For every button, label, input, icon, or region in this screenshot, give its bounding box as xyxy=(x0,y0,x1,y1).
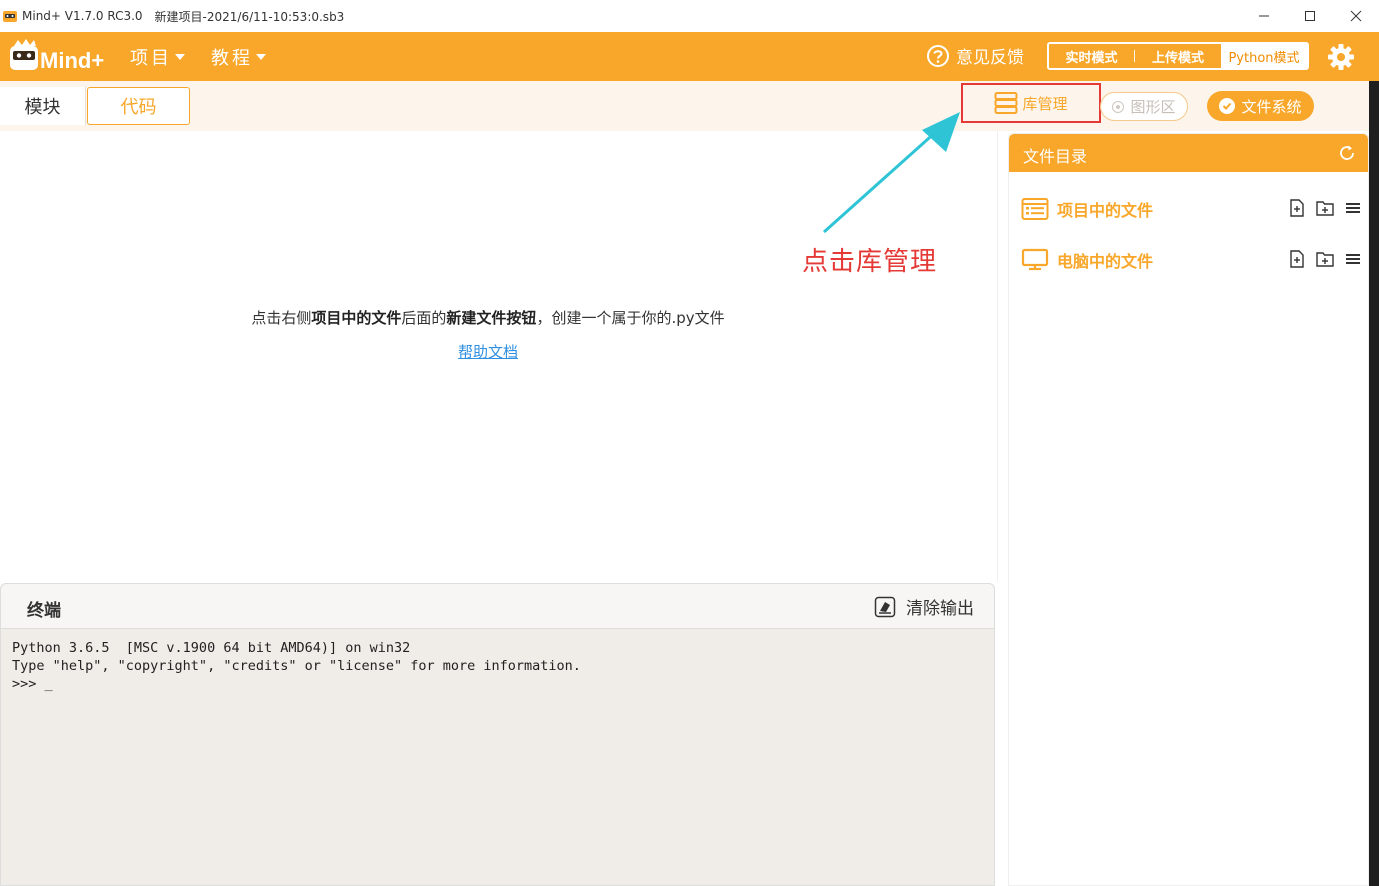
hint-text-3: ，创建一个属于你的.py文件 xyxy=(536,309,725,327)
terminal-title: 终端 xyxy=(27,601,61,621)
hint-bold-1: 项目中的文件 xyxy=(311,309,402,327)
graphics-area-label: 图形区 xyxy=(1130,98,1176,116)
refresh-icon[interactable] xyxy=(1338,144,1356,162)
monitor-icon xyxy=(1021,248,1049,271)
empty-editor-hint: 点击右侧项目中的文件后面的新建文件按钮，创建一个属于你的.py文件 xyxy=(0,307,976,328)
file-directory-title: 文件目录 xyxy=(1023,147,1088,166)
new-folder-icon[interactable] xyxy=(1316,251,1334,267)
file-name: 新建项目-2021/6/11-10:53:0.sb3 xyxy=(154,9,345,24)
file-system-label: 文件系统 xyxy=(1241,97,1302,116)
app-icon xyxy=(3,11,17,22)
menu-tutorial-label: 教程 xyxy=(211,48,253,69)
chevron-down-icon xyxy=(175,54,185,60)
menu-icon[interactable] xyxy=(1345,252,1361,266)
logo-text: Mind+ xyxy=(40,48,104,73)
tab-code[interactable]: 代码 xyxy=(87,87,190,125)
annotation-arrow xyxy=(822,112,960,234)
computer-files-label: 电脑中的文件 xyxy=(1057,252,1154,271)
mode-realtime[interactable]: 实时模式 xyxy=(1049,44,1134,68)
menu-icon[interactable] xyxy=(1345,201,1361,215)
library-manager-button[interactable]: 库管理 xyxy=(961,83,1101,123)
computer-files-row[interactable]: 电脑中的文件 xyxy=(1021,245,1361,275)
minimize-icon xyxy=(1259,15,1269,17)
gear-icon[interactable] xyxy=(1326,42,1356,72)
clear-output-label: 清除输出 xyxy=(906,599,974,619)
window-edge xyxy=(1369,81,1379,886)
radio-icon xyxy=(1112,100,1125,113)
project-files-row[interactable]: 项目中的文件 xyxy=(1021,194,1361,224)
minimize-button[interactable] xyxy=(1241,0,1287,32)
server-icon xyxy=(994,92,1018,114)
terminal-panel: 终端 清除输出 Python 3.6.5 [MSC v.1900 64 bit … xyxy=(0,583,995,886)
menu-project-label: 项目 xyxy=(130,48,172,69)
project-files-label: 项目中的文件 xyxy=(1057,201,1154,220)
mindplus-logo[interactable]: Mind+ xyxy=(10,38,110,76)
hint-text-2: 后面的 xyxy=(401,309,447,327)
title-bar: Mind+ V1.7.0 RC3.0 新建项目-2021/6/11-10:53:… xyxy=(0,0,1379,32)
maximize-icon xyxy=(1305,11,1315,21)
clear-output-button[interactable]: 清除输出 xyxy=(874,594,974,619)
new-folder-icon[interactable] xyxy=(1316,200,1334,216)
mode-python[interactable]: Python模式 xyxy=(1221,44,1307,68)
terminal-line: >>> _ xyxy=(12,676,53,692)
chevron-down-icon xyxy=(256,54,266,60)
tab-blocks[interactable]: 模块 xyxy=(0,87,86,125)
terminal-line: Type "help", "copyright", "credits" or "… xyxy=(12,658,581,674)
window-controls xyxy=(1241,0,1379,32)
file-system-button[interactable]: 文件系统 xyxy=(1207,91,1314,121)
menu-tutorial[interactable]: 教程 xyxy=(211,44,267,70)
feedback-button[interactable]: 意见反馈 xyxy=(926,43,1024,68)
annotation-text: 点击库管理 xyxy=(802,247,938,277)
computer-files-actions xyxy=(1289,250,1361,268)
file-directory-header: 文件目录 xyxy=(1009,134,1368,172)
new-file-icon[interactable] xyxy=(1289,199,1305,217)
terminal-output[interactable]: Python 3.6.5 [MSC v.1900 64 bit AMD64)] … xyxy=(1,629,994,703)
help-docs-link[interactable]: 帮助文档 xyxy=(0,341,976,362)
eraser-icon xyxy=(874,596,896,617)
check-circle-icon xyxy=(1219,98,1236,114)
mode-switch: 实时模式 上传模式 Python模式 xyxy=(1047,42,1309,70)
terminal-header: 终端 清除输出 xyxy=(1,584,994,629)
hint-text-1: 点击右侧 xyxy=(251,309,312,327)
project-files-actions xyxy=(1289,199,1361,217)
mode-upload[interactable]: 上传模式 xyxy=(1135,44,1221,68)
file-directory-panel: 文件目录 项目中的文件 电脑中的文件 xyxy=(1008,133,1369,886)
close-icon xyxy=(1350,10,1362,22)
app-header: Mind+ 项目 教程 意见反馈 实时模式 上传模式 Python模式 xyxy=(0,32,1379,81)
mode-divider xyxy=(1134,50,1135,62)
app-name: Mind+ V1.7.0 RC3.0 xyxy=(22,9,143,23)
feedback-label: 意见反馈 xyxy=(956,48,1024,68)
new-file-icon[interactable] xyxy=(1289,250,1305,268)
terminal-line: Python 3.6.5 [MSC v.1900 64 bit AMD64)] … xyxy=(12,640,411,656)
hint-bold-2: 新建文件按钮 xyxy=(446,309,537,327)
menu-project[interactable]: 项目 xyxy=(130,44,186,70)
maximize-button[interactable] xyxy=(1287,0,1333,32)
file-list-icon xyxy=(1021,198,1049,220)
editor-toolbar: 模块 代码 库管理 图形区 文件系统 xyxy=(0,81,1379,131)
graphics-area-button[interactable]: 图形区 xyxy=(1100,92,1188,121)
help-circle-icon xyxy=(927,44,949,67)
library-manager-label: 库管理 xyxy=(1022,94,1068,113)
close-button[interactable] xyxy=(1333,0,1379,32)
